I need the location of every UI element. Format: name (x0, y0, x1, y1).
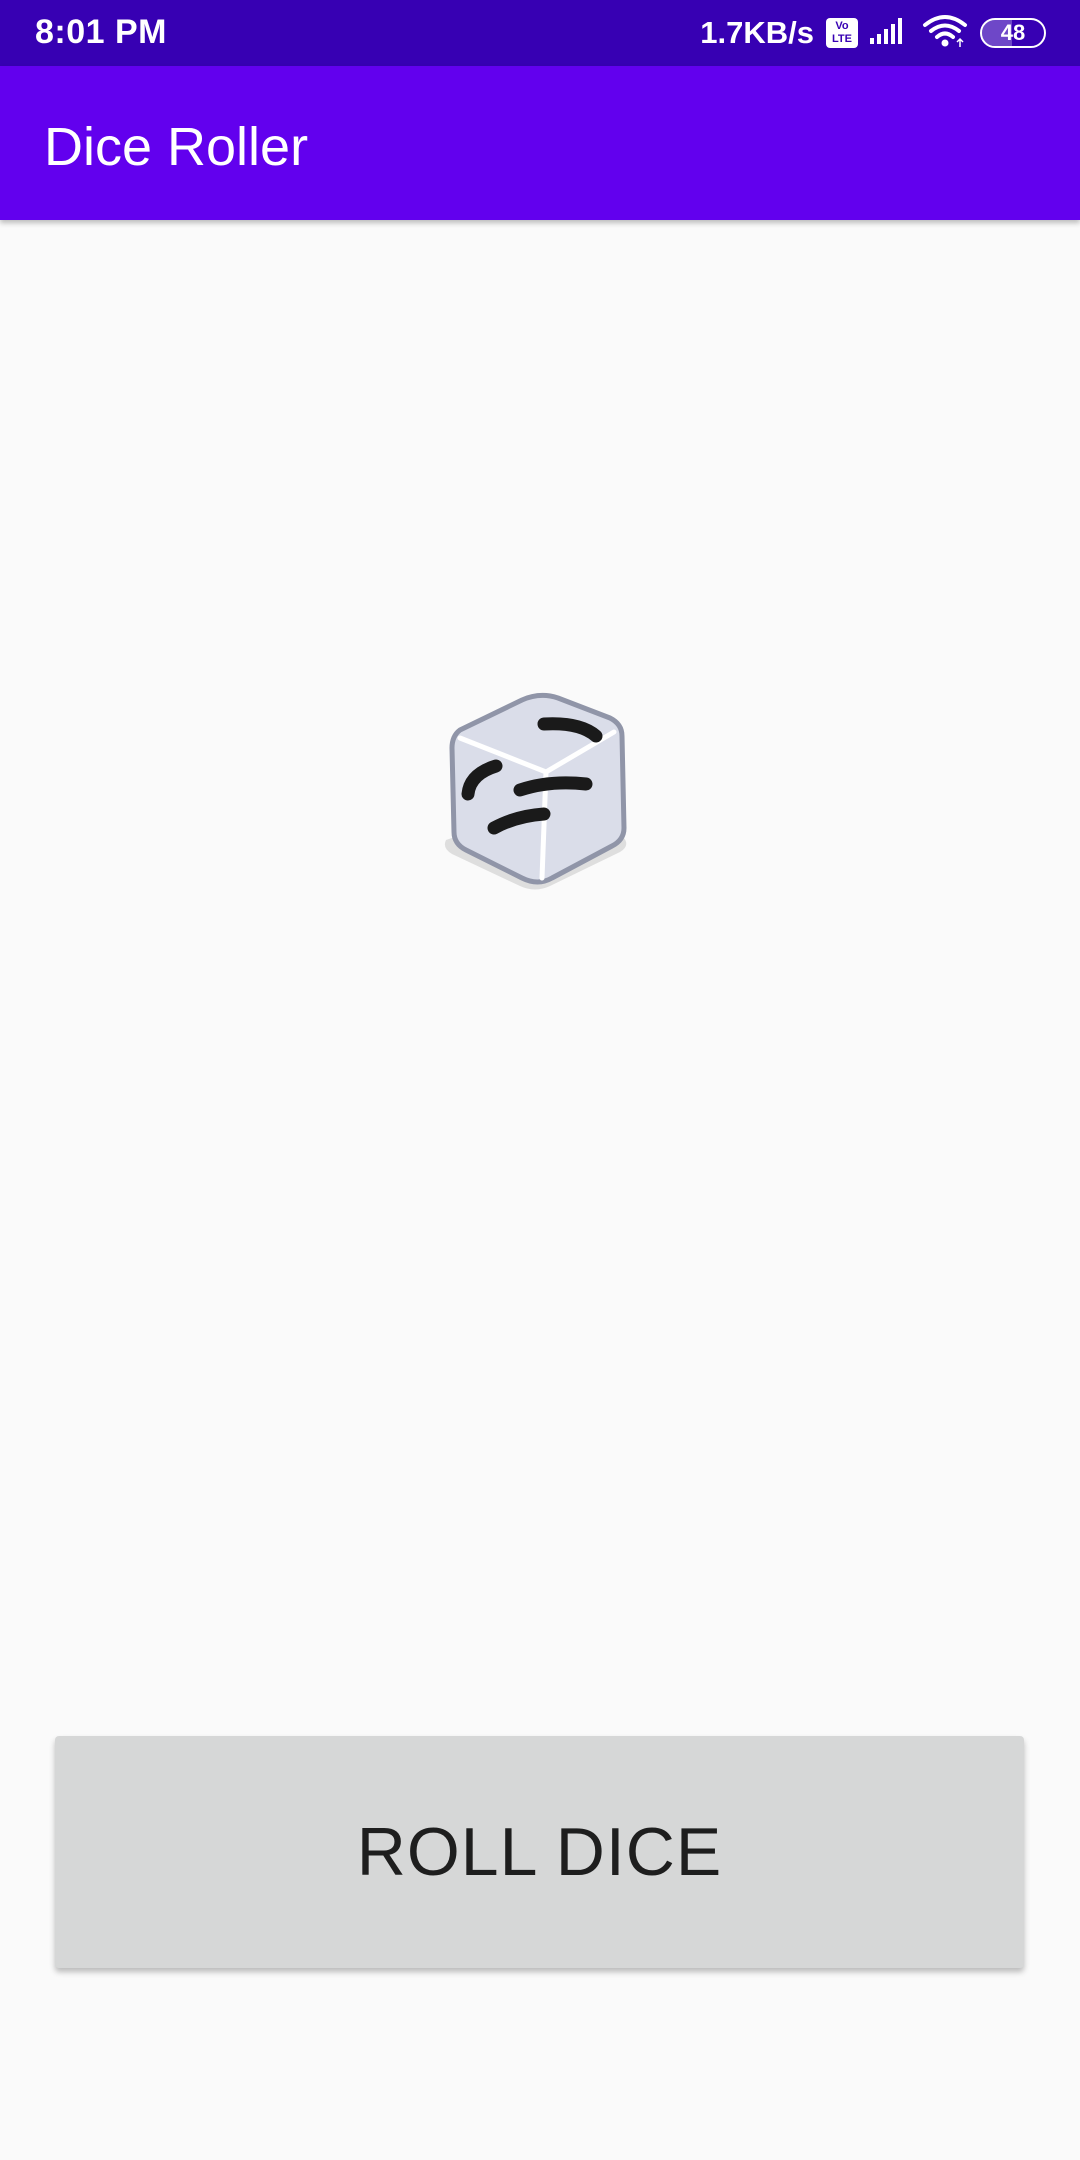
status-icons: 1.7KB/s Vo LTE 48 (700, 0, 1046, 66)
volte-label-top: Vo (835, 20, 849, 32)
app-title: Dice Roller (44, 117, 309, 177)
network-speed: 1.7KB/s (700, 15, 814, 50)
empty-dice-icon (440, 690, 640, 900)
battery-level: 48 (1000, 20, 1026, 45)
volte-icon: Vo LTE (826, 18, 858, 48)
roll-dice-button[interactable]: ROLL DICE (55, 1736, 1024, 1968)
cellular-signal-icon (870, 16, 910, 51)
volte-label-bottom: LTE (832, 33, 852, 45)
status-time: 8:01 PM (35, 13, 167, 51)
status-bar: 8:01 PM 1.7KB/s Vo LTE 48 (0, 0, 1080, 66)
battery-icon: 48 (980, 18, 1046, 48)
wifi-icon (922, 14, 968, 53)
app-bar: Dice Roller (0, 66, 1080, 220)
